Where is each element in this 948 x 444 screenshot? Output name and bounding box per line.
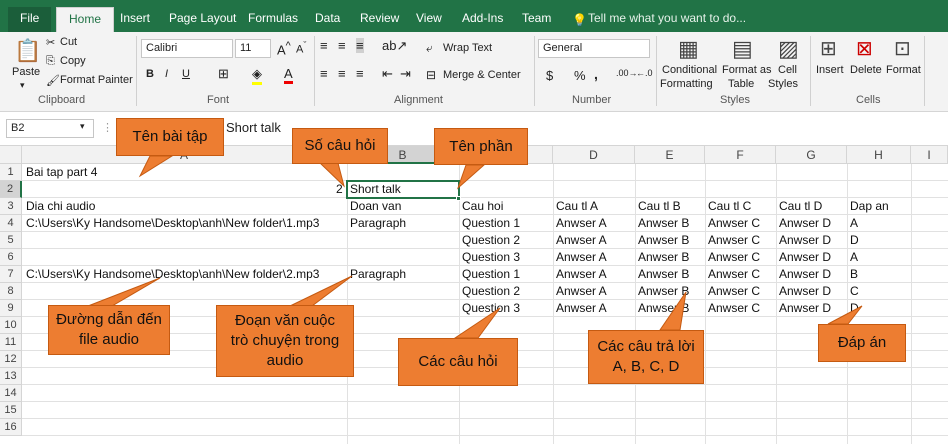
callout-dap-an: Đáp án (818, 324, 906, 362)
callout-pointer (453, 307, 501, 339)
callout-pointer (289, 275, 353, 307)
callout-pointer (456, 164, 486, 190)
callout-doan-van: Đoạn văn cuộc trò chuyện trong audio (216, 305, 354, 377)
callout-cac-cau-hoi: Các câu hỏi (398, 338, 518, 386)
callout-duong-dan: Đường dẫn đến file audio (48, 305, 170, 355)
callout-pointer (318, 162, 345, 188)
callout-pointer (138, 155, 174, 178)
callout-cac-cau-tra-loi: Các câu trả lời A, B, C, D (588, 330, 704, 384)
callout-ten-phan: Tên phần (434, 128, 528, 165)
callout-pointer (827, 305, 863, 325)
callout-ten-bai-tap: Tên bài tập (116, 118, 224, 156)
callout-pointer (659, 291, 687, 331)
callout-pointer (87, 277, 161, 307)
callout-so-cau-hoi: Số câu hỏi (292, 128, 388, 164)
